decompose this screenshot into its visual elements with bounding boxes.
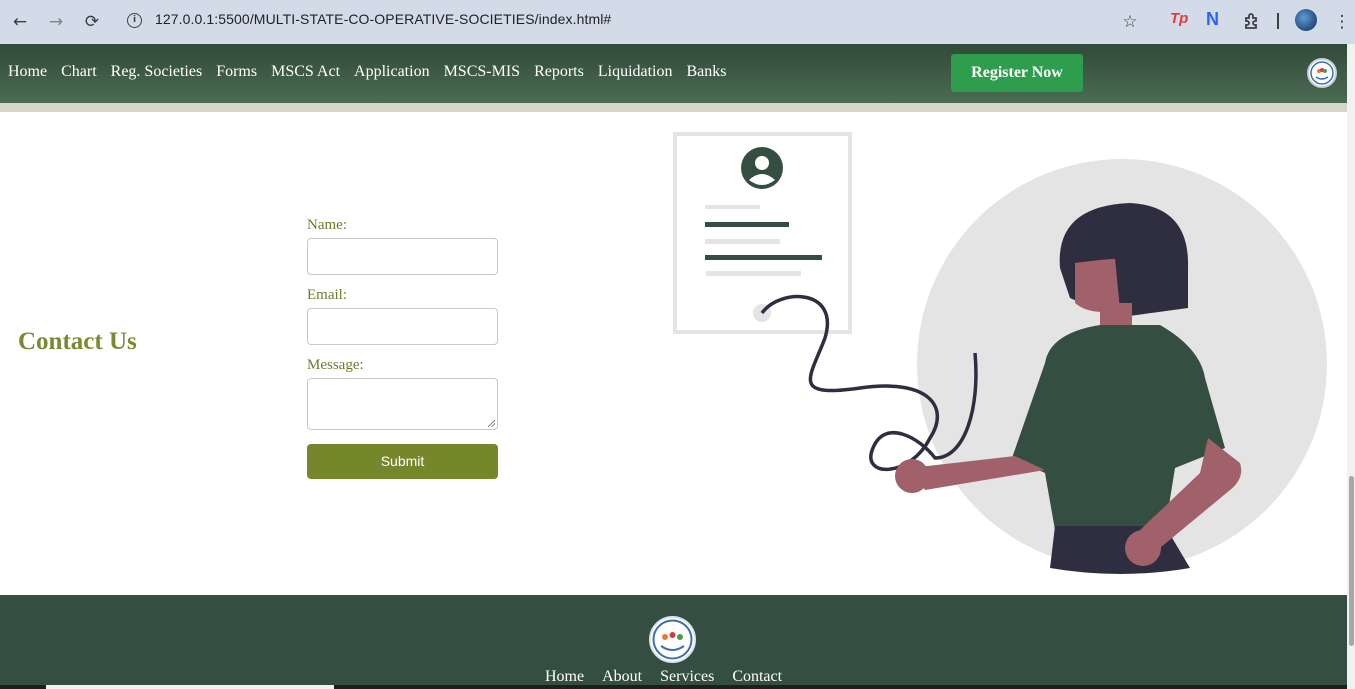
footer-link-about[interactable]: About (602, 668, 642, 686)
nav-home[interactable]: Home (8, 63, 47, 81)
nav-reports[interactable]: Reports (534, 63, 584, 81)
contact-heading: Contact Us (18, 328, 137, 355)
footer-link-contact[interactable]: Contact (732, 668, 782, 686)
extensions-puzzle-icon[interactable] (1240, 10, 1264, 34)
page-footer: Home About Services Contact (0, 595, 1347, 689)
message-textarea[interactable] (307, 378, 498, 430)
nav-mscs-mis[interactable]: MSCS-MIS (444, 63, 520, 81)
profile-avatar[interactable] (1295, 9, 1317, 31)
footer-links: Home About Services Contact (545, 668, 782, 686)
resize-grip-icon[interactable] (488, 420, 495, 427)
extension-n-icon[interactable]: N (1206, 9, 1219, 30)
footer-link-home[interactable]: Home (545, 668, 584, 686)
main-navbar: Home Chart Reg. Societies Forms MSCS Act… (0, 44, 1347, 103)
nav-reg-societies[interactable]: Reg. Societies (111, 63, 203, 81)
footer-logo[interactable] (649, 616, 696, 663)
navbar-underline (0, 103, 1347, 112)
site-logo[interactable] (1307, 58, 1337, 88)
nav-forms[interactable]: Forms (216, 63, 257, 81)
bottom-tab-strip (46, 685, 334, 689)
toolbar-separator (1277, 13, 1279, 29)
contact-illustration (673, 132, 1327, 574)
nav-mscs-act[interactable]: MSCS Act (271, 63, 340, 81)
email-label: Email: (307, 287, 347, 303)
browser-toolbar: ← → ⟳ i 127.0.0.1:5500/MULTI-STATE-CO-OP… (0, 0, 1355, 44)
submit-button[interactable]: Submit (307, 444, 498, 479)
back-icon[interactable]: ← (8, 10, 32, 34)
nav-liquidation[interactable]: Liquidation (598, 63, 673, 81)
bookmark-star-icon[interactable]: ☆ (1118, 10, 1142, 34)
forward-icon[interactable]: → (44, 10, 68, 34)
site-info-icon[interactable]: i (127, 13, 142, 28)
contact-form: Name: Email: Message: Submit (307, 216, 498, 479)
address-bar-url[interactable]: 127.0.0.1:5500/MULTI-STATE-CO-OPERATIVE-… (155, 11, 611, 27)
message-label: Message: (307, 357, 364, 373)
nav-application[interactable]: Application (354, 63, 430, 81)
register-now-button[interactable]: Register Now (951, 54, 1083, 92)
nav-banks[interactable]: Banks (687, 63, 727, 81)
nav-chart[interactable]: Chart (61, 63, 97, 81)
name-input[interactable] (307, 238, 498, 275)
extension-tp-icon[interactable]: Tp (1170, 10, 1188, 27)
name-label: Name: (307, 217, 347, 233)
scrollbar-thumb[interactable] (1349, 476, 1354, 646)
menu-kebab-icon[interactable]: ⋮ (1330, 10, 1354, 34)
reload-icon[interactable]: ⟳ (80, 10, 104, 34)
nav-links: Home Chart Reg. Societies Forms MSCS Act… (8, 63, 727, 81)
email-input[interactable] (307, 308, 498, 345)
footer-link-services[interactable]: Services (660, 668, 714, 686)
